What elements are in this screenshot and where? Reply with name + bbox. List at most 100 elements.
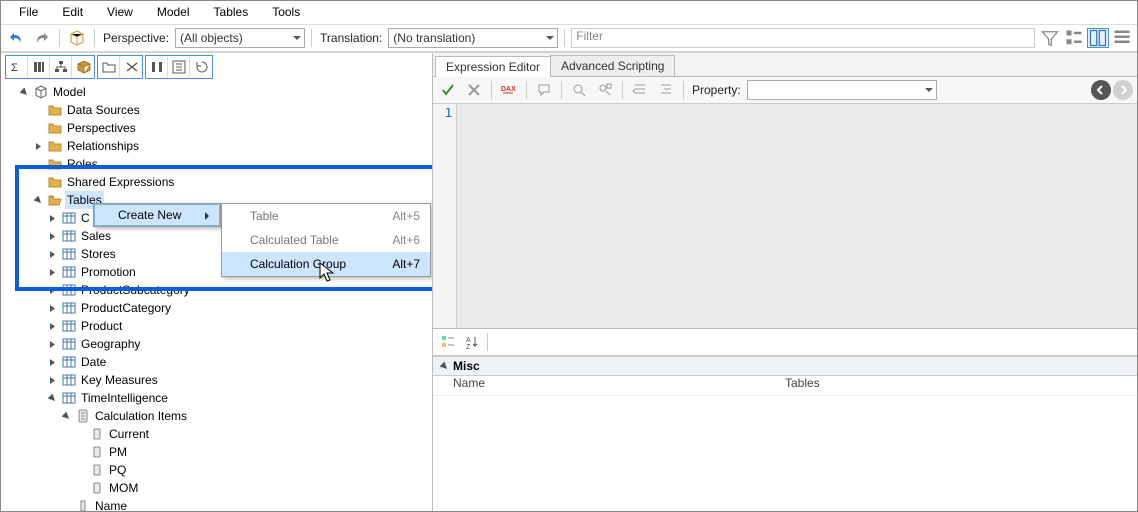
nav-forward-button[interactable]	[1113, 80, 1133, 100]
tree-node-table[interactable]: C	[79, 209, 92, 227]
tree-node-calcitem[interactable]: MOM	[107, 479, 140, 497]
expander-icon[interactable]	[45, 265, 59, 279]
nav-back-button[interactable]	[1091, 80, 1111, 100]
toggle-columns-icon[interactable]	[28, 56, 50, 78]
menu-tables[interactable]: Tables	[202, 3, 261, 21]
perspective-combo[interactable]: (All objects)	[175, 28, 305, 48]
property-combo[interactable]	[747, 80, 937, 100]
expander-icon[interactable]	[45, 301, 59, 315]
property-grid[interactable]: Misc Name Tables	[433, 356, 1137, 511]
toolbar-separator	[94, 29, 95, 47]
redo-button[interactable]	[31, 27, 53, 49]
tree-node-table[interactable]: ProductSubcategory	[79, 281, 192, 299]
right-panel: Expression Editor Advanced Scripting DAX…	[433, 53, 1137, 511]
svg-text:A: A	[466, 337, 471, 344]
tree-node-sharedexpr[interactable]: Shared Expressions	[65, 173, 176, 191]
toggle-relationships-icon[interactable]	[146, 56, 168, 78]
table-icon	[61, 318, 77, 334]
menu-model[interactable]: Model	[145, 3, 202, 21]
editor-code-area[interactable]	[457, 104, 1137, 328]
table-icon	[61, 336, 77, 352]
tab-expression-editor[interactable]: Expression Editor	[435, 56, 551, 77]
tree-node-table[interactable]: ProductCategory	[79, 299, 173, 317]
accept-icon[interactable]	[437, 79, 459, 101]
model-tree[interactable]: Model Data Sources Perspectives Relation…	[1, 81, 432, 511]
menu-file[interactable]: File	[7, 3, 50, 21]
table-icon	[61, 372, 77, 388]
toggle-refresh-icon[interactable]	[190, 56, 212, 78]
toggle-folders-icon[interactable]	[98, 56, 120, 78]
expander-icon[interactable]	[17, 85, 31, 99]
expander-icon[interactable]	[59, 409, 73, 423]
expander-icon[interactable]	[45, 355, 59, 369]
tree-node-roles[interactable]: Roles	[65, 155, 100, 173]
tree-node-table[interactable]: Stores	[79, 245, 118, 263]
view-tree-button[interactable]	[1063, 28, 1085, 48]
expander-icon[interactable]	[31, 193, 45, 207]
tree-node-timeintel[interactable]: TimeIntelligence	[79, 389, 170, 407]
pg-row-name[interactable]: Name Tables	[433, 376, 1137, 396]
tree-node-calcitem[interactable]: Current	[107, 425, 151, 443]
categorized-view-icon[interactable]	[437, 331, 459, 353]
alphabetical-view-icon[interactable]: AZ	[461, 331, 483, 353]
tree-node-table[interactable]: Key Measures	[79, 371, 160, 389]
find-icon[interactable]	[568, 79, 590, 101]
cancel-icon[interactable]	[463, 79, 485, 101]
view-split-button[interactable]	[1087, 28, 1109, 48]
filter-input[interactable]: Filter	[571, 28, 1035, 48]
tree-icon-toolbar: Σ	[1, 53, 432, 81]
expander-icon[interactable]	[45, 229, 59, 243]
toggle-measures-icon[interactable]: Σ	[6, 56, 28, 78]
submenu-calculated-table[interactable]: Calculated TableAlt+6	[222, 228, 430, 252]
tree-node-table[interactable]: Sales	[79, 227, 113, 245]
toggle-sort-icon[interactable]	[168, 56, 190, 78]
tree-node-perspectives[interactable]: Perspectives	[65, 119, 138, 137]
tree-node-datasources[interactable]: Data Sources	[65, 101, 142, 119]
expander-icon[interactable]	[45, 337, 59, 351]
comment-icon[interactable]	[533, 79, 555, 101]
pg-prop-value[interactable]: Tables	[785, 376, 1137, 395]
translation-combo[interactable]: (No translation)	[388, 28, 558, 48]
table-icon	[61, 210, 77, 226]
tree-node-calcitem[interactable]: PM	[107, 443, 129, 461]
tree-node-calcitems[interactable]: Calculation Items	[93, 407, 189, 425]
expression-editor[interactable]: 1	[433, 104, 1137, 329]
tab-advanced-scripting[interactable]: Advanced Scripting	[550, 55, 675, 76]
indent-out-icon[interactable]	[629, 79, 651, 101]
replace-icon[interactable]	[594, 79, 616, 101]
toggle-hierarchies-icon[interactable]	[50, 56, 72, 78]
dax-format-icon[interactable]: DAX	[498, 79, 520, 101]
explorer-panel: Σ Model Data Sources Perspe	[1, 53, 433, 511]
expander-icon[interactable]	[31, 139, 45, 153]
pg-category-misc[interactable]: Misc	[433, 356, 1137, 376]
tree-node-relationships[interactable]: Relationships	[65, 137, 141, 155]
menu-tools[interactable]: Tools	[260, 3, 312, 21]
toggle-hidden-icon[interactable]	[120, 56, 142, 78]
filter-icon[interactable]	[1039, 28, 1061, 48]
tree-node-table[interactable]: Date	[79, 353, 108, 371]
submenu-table[interactable]: TableAlt+5	[222, 204, 430, 228]
expander-icon[interactable]	[45, 283, 59, 297]
tree-node-calcitem[interactable]: PQ	[107, 461, 128, 479]
tree-node-table[interactable]: Geography	[79, 335, 142, 353]
view-list-button[interactable]	[1111, 28, 1133, 48]
submenu-calculation-group[interactable]: Calculation GroupAlt+7	[222, 252, 430, 276]
ctx-create-new[interactable]: Create New	[94, 204, 220, 226]
tree-node-model[interactable]: Model	[51, 83, 88, 101]
expander-icon[interactable]	[45, 247, 59, 261]
tree-node-name-col[interactable]: Name	[93, 497, 129, 511]
menu-view[interactable]: View	[95, 3, 145, 21]
expander-icon[interactable]	[45, 319, 59, 333]
indent-in-icon[interactable]	[655, 79, 677, 101]
expander-icon[interactable]	[437, 359, 451, 373]
undo-button[interactable]	[5, 27, 27, 49]
toggle-partitions-icon[interactable]	[72, 56, 94, 78]
expander-icon[interactable]	[45, 391, 59, 405]
table-icon	[61, 264, 77, 280]
cube-icon[interactable]	[66, 27, 88, 49]
expander-icon[interactable]	[45, 211, 59, 225]
expander-icon[interactable]	[45, 373, 59, 387]
tree-node-table[interactable]: Product	[79, 317, 124, 335]
tree-node-table[interactable]: Promotion	[79, 263, 138, 281]
menu-edit[interactable]: Edit	[50, 3, 95, 21]
